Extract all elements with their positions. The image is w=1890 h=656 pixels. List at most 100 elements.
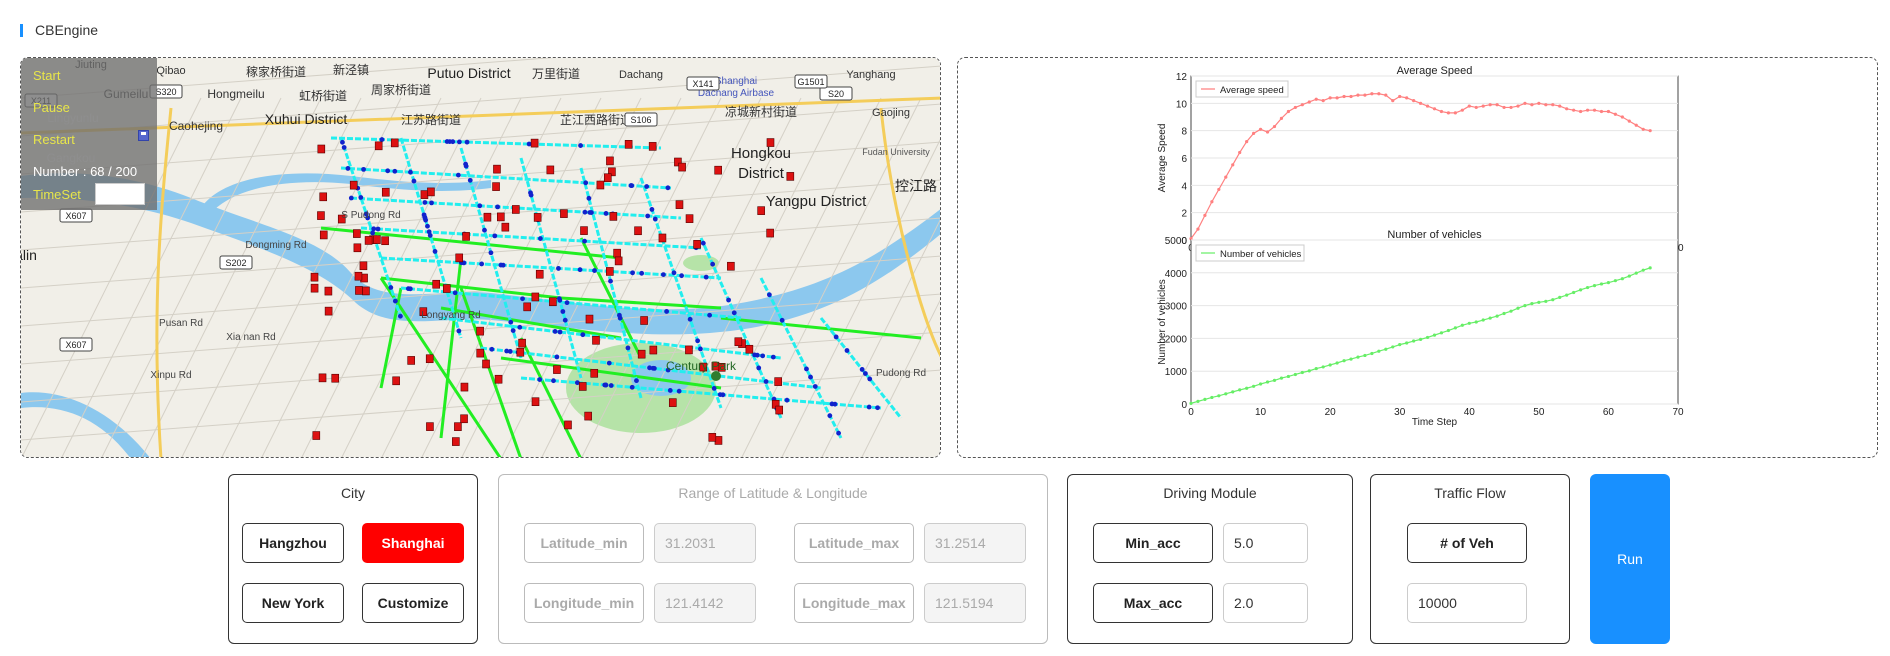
intersection-marker [355, 286, 363, 295]
vehicles-data-point [1224, 392, 1228, 396]
vehicles-data-point [1356, 355, 1360, 359]
timeset-input[interactable] [95, 183, 145, 205]
speed-data-point [1265, 130, 1270, 134]
vehicle-dot [538, 236, 543, 241]
speed-data-point [1272, 124, 1277, 129]
vehicle-dot [385, 168, 391, 174]
map-panel[interactable]: JiutingQibao稼家桥街道新泾镇Putuo District万里街道Da… [20, 57, 941, 458]
vehicle-dot [551, 378, 556, 384]
road-shield-x607a: X607 [65, 211, 86, 221]
vehicle-dot [625, 345, 631, 351]
lat-min-field[interactable] [654, 523, 756, 563]
vehicle-dot [717, 392, 723, 398]
intersection-marker [364, 236, 373, 245]
vehicles-xtick-label: 60 [1603, 407, 1615, 418]
save-icon[interactable] [138, 130, 149, 141]
restart-button[interactable]: Restart [33, 132, 145, 148]
min-acc-field[interactable] [1223, 523, 1308, 563]
road-shield-s202: S202 [225, 258, 246, 268]
intersection-marker [318, 373, 327, 383]
intersection-marker [518, 338, 526, 348]
city-button-shanghai[interactable]: Shanghai [362, 523, 464, 563]
simulation-controls: Start Pause Restart Number : 68 / 200 Ti… [21, 58, 157, 210]
intersection-marker [578, 382, 587, 391]
traffic-card-title: Traffic Flow [1434, 485, 1506, 501]
speed-data-point [1425, 104, 1430, 108]
vehicles-data-point [1488, 316, 1492, 320]
vehicle-dot [560, 309, 566, 314]
vehicle-dot [812, 384, 818, 389]
num-veh-label[interactable]: # of Veh [1407, 523, 1527, 563]
map-label-putuo: Putuo District [427, 65, 510, 81]
vehicles-xtick-label: 50 [1533, 407, 1545, 418]
vehicles-xtick-label: 0 [1188, 407, 1194, 418]
speed-data-point [1495, 103, 1499, 107]
speed-ytick-label: 4 [1181, 181, 1187, 192]
vehicle-dot [482, 227, 487, 233]
intersection-marker [614, 256, 623, 266]
speed-data-point [1481, 104, 1485, 108]
road-shield-s106: S106 [630, 115, 651, 125]
timeset-label: TimeSet [33, 186, 81, 202]
vehicles-data-point [1196, 399, 1200, 403]
intersection-marker [613, 248, 621, 258]
map-canvas[interactable]: JiutingQibao稼家桥街道新泾镇Putuo District万里街道Da… [21, 58, 941, 458]
intersection-marker [476, 326, 484, 336]
vehicle-dot [608, 383, 614, 388]
vehicle-dot [592, 268, 597, 273]
lon-max-field[interactable] [924, 583, 1026, 623]
speed-data-point [1342, 94, 1346, 99]
intersection-marker [546, 165, 555, 175]
speed-data-point [1537, 101, 1541, 105]
intersection-marker [678, 162, 686, 172]
intersection-marker [353, 229, 361, 238]
city-button-new-york[interactable]: New York [242, 583, 344, 623]
intersection-marker [492, 182, 500, 191]
vehicle-dot [556, 266, 561, 271]
city-button-customize[interactable]: Customize [362, 583, 464, 623]
vehicle-dot [452, 290, 458, 296]
min-acc-label[interactable]: Min_acc [1093, 523, 1213, 563]
vehicles-ytick-label: 1000 [1165, 367, 1188, 378]
vehicles-data-point [1495, 314, 1499, 318]
max-acc-field[interactable] [1223, 583, 1308, 623]
max-acc-label[interactable]: Max_acc [1093, 583, 1213, 623]
intersection-marker [775, 405, 784, 415]
speed-data-point [1592, 108, 1597, 112]
intersection-marker [353, 243, 362, 253]
city-button-hangzhou[interactable]: Hangzhou [242, 523, 344, 563]
run-button[interactable]: Run [1590, 474, 1670, 644]
speed-data-point [1252, 131, 1256, 135]
intersection-marker [462, 232, 470, 241]
vehicle-dot [498, 262, 504, 268]
city-card-title: City [340, 485, 366, 501]
speed-data-point [1620, 115, 1624, 119]
start-button[interactable]: Start [33, 68, 145, 84]
vehicles-data-point [1544, 299, 1548, 303]
lon-min-field[interactable] [654, 583, 756, 623]
vehicle-dot [467, 177, 473, 183]
lat-max-field[interactable] [924, 523, 1026, 563]
intersection-marker [427, 187, 435, 197]
intersection-marker [786, 172, 795, 181]
vehicle-dot [408, 169, 413, 175]
vehicle-dot [808, 374, 813, 380]
vehicle-dot [463, 163, 469, 169]
vehicles-data-point [1217, 394, 1221, 398]
road-shield-s20: S20 [828, 89, 844, 99]
vehicles-data-point [1467, 321, 1471, 325]
vehicle-dot [392, 168, 398, 174]
vehicles-legend-label: Number of vehicles [1220, 249, 1302, 260]
speed-data-point [1516, 104, 1520, 108]
speed-data-point [1203, 213, 1207, 217]
pause-button[interactable]: Pause [33, 100, 145, 116]
vehicles-data-point [1398, 343, 1402, 347]
intersection-marker [634, 226, 642, 236]
num-veh-field[interactable] [1407, 583, 1527, 623]
intersection-marker [452, 437, 460, 446]
range-card-title: Range of Latitude & Longitude [678, 485, 868, 501]
lat-min-label: Latitude_min [524, 523, 644, 563]
header-accent-bar [20, 23, 23, 37]
speed-ytick-label: 12 [1176, 72, 1188, 83]
road-shield-x141: X141 [692, 79, 713, 89]
